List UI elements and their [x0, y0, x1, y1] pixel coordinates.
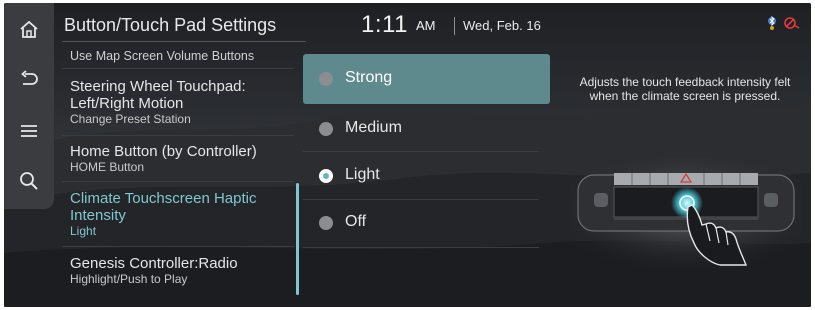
option-divider — [303, 247, 539, 248]
menu-divider — [62, 135, 294, 136]
radio-button-checked[interactable] — [319, 169, 333, 183]
status-icons — [768, 15, 800, 30]
home-icon — [20, 20, 38, 38]
option-label: Light — [345, 166, 380, 183]
back-icon — [21, 70, 38, 85]
option-strong[interactable]: Strong — [303, 54, 550, 104]
option-label: Off — [345, 213, 367, 230]
setting-description: Adjusts the touch feedback intensity fel… — [579, 75, 791, 103]
menu-item-steering-touchpad[interactable]: Steering Wheel Touchpad: Left/Right Moti… — [70, 78, 295, 126]
option-light[interactable]: Light — [303, 151, 550, 201]
list-scrollbar[interactable] — [296, 183, 299, 295]
menu-icon — [21, 125, 37, 137]
radio-button[interactable] — [319, 216, 333, 230]
menu-item-title: Genesis Controller:Radio — [70, 255, 238, 272]
clock-time: 1:11 — [361, 11, 408, 38]
menu-item-home-button[interactable]: Home Button (by Controller) HOME Button — [70, 143, 295, 174]
search-button[interactable] — [13, 165, 45, 197]
menu-item-subtitle: Change Preset Station — [70, 112, 191, 126]
menu-item-title: Steering Wheel Touchpad: — [70, 78, 246, 95]
menu-item-climate-haptic[interactable]: Climate Touchscreen Haptic Intensity Lig… — [70, 190, 295, 238]
option-medium[interactable]: Medium — [303, 104, 550, 154]
option-label: Strong — [345, 69, 393, 86]
header-divider — [62, 41, 306, 42]
menu-divider — [62, 181, 294, 182]
menu-divider — [62, 68, 294, 69]
menu-item-title: Use Map Screen Volume Buttons — [70, 49, 255, 63]
home-button[interactable] — [13, 13, 45, 45]
clock-ampm: AM — [416, 18, 436, 33]
settings-screen: Button/Touch Pad Settings 1:11 AM Wed, F… — [4, 3, 811, 307]
menu-divider — [62, 246, 294, 247]
clock-separator — [454, 17, 455, 35]
radio-button[interactable] — [319, 122, 333, 136]
clock-date: Wed, Feb. 16 — [463, 18, 541, 33]
navigation-rail — [4, 3, 54, 209]
radio-button[interactable] — [319, 72, 333, 86]
menu-button[interactable] — [13, 115, 45, 147]
menu-item-subtitle: Light — [70, 224, 97, 238]
phone-disconnected-icon — [784, 17, 800, 29]
option-off[interactable]: Off — [303, 198, 550, 248]
bluetooth-icon — [768, 15, 776, 30]
menu-item-genesis-controller[interactable]: Genesis Controller:Radio Highlight/Push … — [70, 255, 295, 286]
search-icon — [20, 172, 38, 190]
climate-panel-illustration — [570, 159, 802, 269]
menu-item-subtitle: Highlight/Push to Play — [70, 272, 188, 286]
page-title: Button/Touch Pad Settings — [64, 15, 277, 35]
menu-item-title-line2: Intensity — [70, 207, 126, 224]
menu-item-title: Home Button (by Controller) — [70, 143, 257, 160]
back-button[interactable] — [13, 63, 45, 95]
menu-item-title: Climate Touchscreen Haptic — [70, 190, 257, 207]
menu-item-subtitle: HOME Button — [70, 160, 145, 174]
menu-item-title-line2: Left/Right Motion — [70, 95, 184, 112]
option-label: Medium — [345, 119, 402, 136]
menu-item-map-volume[interactable]: Use Map Screen Volume Buttons — [70, 49, 295, 63]
